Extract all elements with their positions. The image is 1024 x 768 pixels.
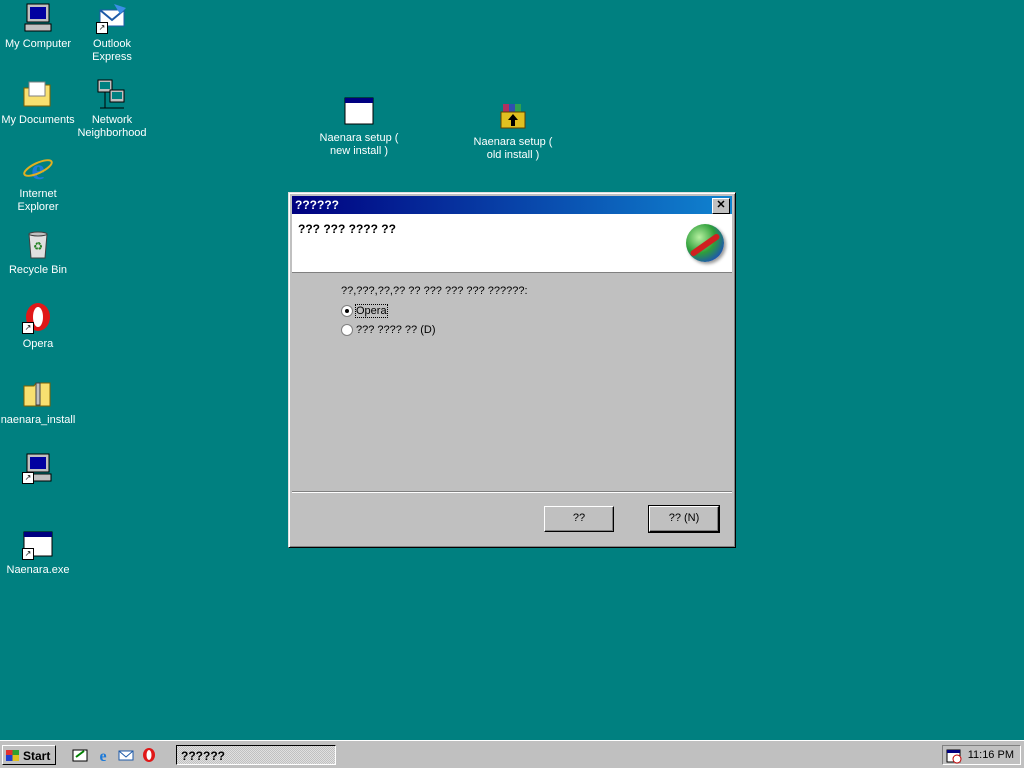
shortcut-arrow-icon: ↗ — [22, 548, 34, 560]
desktop-icon-network-neighborhood[interactable]: Network Neighborhood — [74, 78, 150, 140]
internet-explorer-icon[interactable]: e — [95, 747, 111, 765]
desktop-icon-label: naenara_install — [0, 414, 76, 426]
desktop-icon-label: Naenara setup ( new install ) — [319, 132, 399, 157]
desktop-icon-label: Naenara setup ( old install ) — [473, 136, 553, 161]
desktop-icon-label: Naenara.exe — [6, 564, 70, 576]
back-button[interactable]: ?? — [544, 506, 614, 532]
close-button[interactable]: ✕ — [712, 198, 730, 214]
windows-logo-icon — [6, 750, 19, 761]
opera-icon[interactable] — [141, 747, 157, 763]
desktop-icon-internet-explorer[interactable]: e Internet Explorer — [0, 152, 76, 214]
taskbar-window-button[interactable]: ?????? — [176, 745, 336, 765]
system-tray: 11:16 PM — [942, 745, 1021, 765]
outlook-express-icon: ↗ — [96, 2, 128, 34]
svg-text:e: e — [99, 748, 106, 763]
desktop-icon-my-documents[interactable]: My Documents — [0, 78, 76, 127]
dialog-separator — [292, 491, 732, 493]
winrar-archive-icon — [497, 100, 529, 132]
outlook-express-icon[interactable] — [118, 747, 134, 763]
desktop-icon-naenara-setup-new[interactable]: Naenara setup ( new install ) — [316, 96, 402, 158]
desktop-icon-naenara-exe[interactable]: ↗ Naenara.exe — [0, 528, 76, 577]
desktop-icon-recycle-bin[interactable]: ♻ Recycle Bin — [0, 228, 76, 277]
dialog-title: ?????? — [295, 198, 339, 212]
network-neighborhood-icon — [96, 78, 128, 110]
desktop-icon-my-computer[interactable]: My Computer — [0, 2, 76, 51]
desktop-icon-outlook-express[interactable]: ↗ Outlook Express — [74, 2, 150, 64]
desktop-icon-label: My Documents — [1, 114, 75, 126]
my-computer-icon — [22, 2, 54, 34]
desktop-icon-computer-shortcut[interactable]: ↗ — [0, 452, 76, 488]
dialog-header: ??? ??? ???? ?? — [292, 214, 732, 273]
desktop-icon-opera[interactable]: ↗ Opera — [0, 302, 76, 351]
internet-explorer-icon: e — [22, 152, 54, 186]
desktop-icon-naenara-setup-old[interactable]: Naenara setup ( old install ) — [470, 100, 556, 162]
radio-button-checked[interactable] — [341, 305, 353, 317]
radio-button[interactable] — [341, 324, 353, 336]
radio-option-opera[interactable]: Opera — [341, 304, 388, 318]
radio-option-other[interactable]: ??? ???? ?? (D) — [341, 324, 436, 336]
radio-label: ??? ???? ?? (D) — [356, 324, 436, 336]
radio-label: Opera — [355, 304, 388, 318]
desktop-icon-label: Outlook Express — [92, 38, 132, 63]
opera-icon: ↗ — [22, 302, 54, 334]
desktop-icon-label: My Computer — [4, 38, 72, 50]
shortcut-arrow-icon: ↗ — [22, 322, 34, 334]
clock[interactable]: 11:16 PM — [968, 749, 1014, 761]
shortcut-arrow-icon: ↗ — [22, 472, 34, 484]
exe-window-icon: ↗ — [22, 528, 54, 560]
next-button[interactable]: ?? (N) — [648, 505, 720, 533]
globe-logo-icon — [686, 224, 724, 262]
start-label: Start — [23, 749, 51, 763]
svg-text:♻: ♻ — [33, 241, 43, 253]
desktop-icon-label: Recycle Bin — [8, 264, 68, 276]
desktop-icon-label: Internet Explorer — [17, 188, 59, 213]
scheduler-icon[interactable] — [946, 748, 962, 767]
dialog-header-title: ??? ??? ???? ?? — [298, 222, 396, 236]
desktop-icon-label: Opera — [22, 338, 54, 350]
zip-folder-icon — [22, 378, 54, 410]
desktop-icon-naenara-install[interactable]: naenara_install — [0, 378, 76, 427]
dialog-question: ??,???,??,?? ?? ??? ??? ??? ??????: — [341, 285, 528, 297]
desktop-icon-label: Network Neighborhood — [77, 114, 147, 139]
shortcut-arrow-icon: ↗ — [96, 22, 108, 34]
close-icon: ✕ — [716, 199, 726, 211]
taskbar: Start e ?????? 11:16 PM — [0, 740, 1024, 768]
dialog-titlebar[interactable]: ?????? ✕ — [292, 196, 732, 214]
setup-window-icon — [343, 96, 375, 128]
svg-text:e: e — [31, 153, 44, 184]
setup-dialog: ?????? ✕ ??? ??? ???? ?? ??,???,??,?? ??… — [288, 192, 736, 548]
show-desktop-icon[interactable] — [72, 747, 88, 763]
recycle-bin-icon: ♻ — [22, 228, 54, 260]
computer-shortcut-icon: ↗ — [22, 452, 54, 484]
folder-icon — [22, 78, 54, 110]
start-button[interactable]: Start — [2, 745, 56, 765]
